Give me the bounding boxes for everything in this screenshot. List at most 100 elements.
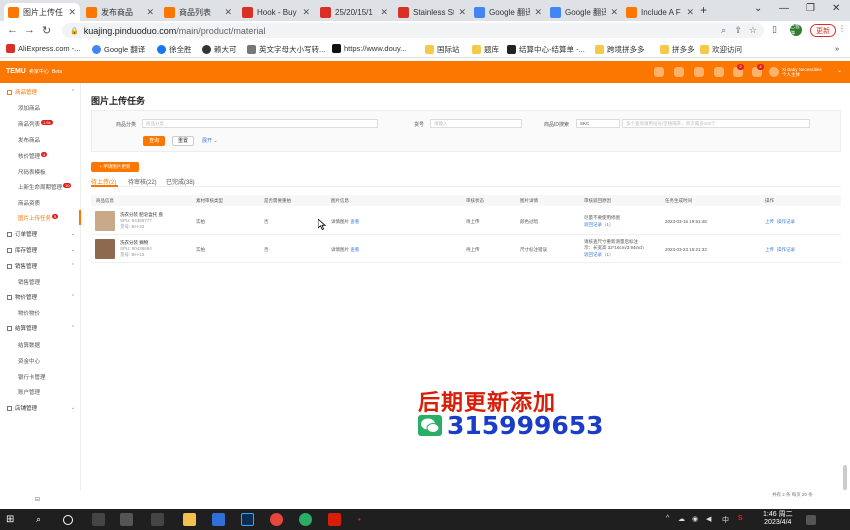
- bookmark-international[interactable]: 国际站: [425, 44, 460, 55]
- sidebar-item-fund-center[interactable]: 资金中心: [18, 357, 40, 365]
- bookmark-settlement[interactable]: 结算中心-结算单 -...: [507, 44, 585, 55]
- temu-logo[interactable]: TEMU 卖家中心 Beta: [6, 68, 62, 75]
- sogou-icon[interactable]: S: [738, 515, 743, 522]
- tray-expand-icon[interactable]: ^: [666, 515, 669, 522]
- sidebar-group-orders[interactable]: 订单管理 ⌄: [0, 229, 81, 239]
- message-icon[interactable]: [654, 67, 664, 77]
- view-link[interactable]: 查看: [350, 219, 359, 224]
- sku-input[interactable]: 请输入: [430, 119, 522, 128]
- file-explorer-icon[interactable]: [183, 513, 196, 526]
- tab-google-translate-1[interactable]: Google 翻译 ✕: [470, 3, 546, 21]
- sidebar-item-add-product[interactable]: 添加商品: [18, 104, 40, 112]
- bookmark-lai[interactable]: 赖大可: [202, 44, 237, 55]
- wps-icon[interactable]: [328, 513, 341, 526]
- bookmark-xu[interactable]: 徐全胜: [157, 44, 192, 55]
- tab-search-icon[interactable]: ⌄: [754, 3, 762, 14]
- sidebar-item-size-chart[interactable]: 尺码表模板: [18, 168, 46, 176]
- bookmark-welcome[interactable]: 欢迎访问: [700, 44, 742, 55]
- windows-start-icon[interactable]: ⊞: [6, 513, 19, 526]
- sidebar-item-price[interactable]: 物价物价: [18, 309, 40, 317]
- product-id-input[interactable]: 多个查询请用逗号/空格隔开，单次最多100个: [622, 119, 810, 128]
- cortana-icon[interactable]: [63, 515, 73, 525]
- tab-google-translate-2[interactable]: Google 翻译 ✕: [546, 3, 622, 21]
- photoshop-icon[interactable]: [241, 513, 254, 526]
- forward-icon[interactable]: →: [24, 24, 35, 36]
- user-avatar[interactable]: [769, 67, 779, 77]
- network-icon[interactable]: ◉: [692, 515, 698, 523]
- tab-include[interactable]: Include A F ✕: [622, 3, 698, 21]
- bookmark-google-translate[interactable]: Google 翻译: [92, 44, 145, 55]
- minimize-icon[interactable]: —: [779, 3, 789, 14]
- tab-close-icon[interactable]: ✕: [380, 7, 388, 18]
- user-info[interactable]: Xi Baby Necessities 个人主体: [782, 67, 822, 77]
- zoom-icon[interactable]: ⌕: [721, 25, 726, 36]
- bookmark-case-convert[interactable]: 英文字母大小写转...: [247, 44, 325, 55]
- chevron-down-icon[interactable]: ⌄: [837, 67, 842, 74]
- bookmark-douyin[interactable]: https://www.douy...: [332, 44, 406, 53]
- tab-close-icon[interactable]: ✕: [534, 7, 542, 18]
- scrollbar-thumb[interactable]: [843, 465, 847, 490]
- close-window-icon[interactable]: ✕: [832, 3, 840, 14]
- tab-close-icon[interactable]: ✕: [224, 7, 232, 18]
- query-button[interactable]: 查询: [143, 136, 165, 146]
- upload-link[interactable]: 上传: [765, 247, 774, 253]
- apply-image-update-button[interactable]: + 申请图片更新: [91, 162, 139, 172]
- tab-25-20-15[interactable]: 25/20/15/1 ✕: [316, 3, 392, 21]
- reject-record-link[interactable]: 驳回记录（1）: [584, 222, 614, 228]
- search-icon[interactable]: ⌕: [36, 513, 49, 526]
- app-dot-icon[interactable]: •: [358, 513, 371, 526]
- sidebar-group-sales[interactable]: 销售管理 ⌃: [0, 261, 81, 271]
- sidebar-group-store[interactable]: 店铺管理 ⌄: [0, 403, 81, 413]
- tab-close-icon[interactable]: ✕: [686, 7, 694, 18]
- share-icon[interactable]: ⇪: [734, 25, 742, 36]
- bookmark-pdd[interactable]: 拼多多: [660, 44, 695, 55]
- sidebar-group-products[interactable]: 商品管理 ⌃: [0, 87, 81, 97]
- bookmark-aliexpress[interactable]: AliExpress.com -...: [6, 44, 81, 53]
- view-link[interactable]: 查看: [350, 247, 359, 252]
- tab-hook[interactable]: Hook - Buy ✕: [238, 3, 314, 21]
- product-thumbnail[interactable]: [95, 211, 115, 231]
- sidebar-item-sales[interactable]: 销售管理: [18, 278, 40, 286]
- document-icon[interactable]: [694, 67, 704, 77]
- tab-stainless[interactable]: Stainless St ✕: [394, 3, 470, 21]
- sidebar-item-qualification[interactable]: 商品资质: [18, 199, 40, 207]
- tab-close-icon[interactable]: ✕: [68, 7, 76, 18]
- notice-icon[interactable]: [674, 67, 684, 77]
- profile-avatar[interactable]: 已暂停: [790, 24, 802, 37]
- menu-kebab-icon[interactable]: ⋮: [838, 24, 846, 33]
- sidebar-item-image-upload[interactable]: 图片上传任务 5: [18, 214, 59, 222]
- bookmark-kuajing[interactable]: 跨境拼多多: [595, 44, 645, 55]
- operation-log-link[interactable]: 操作记录: [777, 219, 795, 225]
- back-icon[interactable]: ←: [7, 24, 18, 36]
- wechat-taskbar-icon[interactable]: [299, 513, 312, 526]
- tab-completed[interactable]: 已完成(38): [166, 177, 195, 186]
- tab-publish-product[interactable]: 发布商品 ✕: [82, 3, 158, 21]
- tab-image-upload[interactable]: 图片上传任 ✕: [4, 3, 80, 21]
- tab-close-icon[interactable]: ✕: [146, 7, 154, 18]
- expand-button[interactable]: 展开 ⌄: [202, 137, 218, 144]
- side-panel-icon[interactable]: ▯: [772, 24, 777, 35]
- bookmark-tiku[interactable]: 题库: [472, 44, 499, 55]
- new-tab-button[interactable]: +: [700, 3, 707, 17]
- clock[interactable]: 1:46 周二 2023/4/4: [763, 511, 793, 527]
- update-button[interactable]: 更新: [810, 24, 836, 37]
- bookmarks-overflow-icon[interactable]: »: [835, 44, 839, 53]
- notification-icon[interactable]: [806, 515, 816, 525]
- sidebar-group-price[interactable]: 物价管理 ⌃: [0, 292, 81, 302]
- url-input[interactable]: 🔒 kuajing.pinduoduo.com/main/product/mat…: [62, 23, 764, 38]
- volume-icon[interactable]: ◀: [706, 515, 711, 523]
- sidebar-item-lifecycle[interactable]: 上新生命周期管理 10: [18, 183, 72, 191]
- sidebar-item-account[interactable]: 账户管理: [18, 388, 40, 396]
- sidebar-group-inventory[interactable]: 库存管理 ⌄: [0, 245, 81, 255]
- tab-pending-review[interactable]: 待审核(22): [128, 177, 157, 186]
- chrome-icon[interactable]: [270, 513, 283, 526]
- reload-icon[interactable]: ↻: [42, 24, 51, 37]
- tab-close-icon[interactable]: ✕: [458, 7, 466, 18]
- upload-link[interactable]: 上传: [765, 219, 774, 225]
- sidebar-item-pricing[interactable]: 核价管理 4: [18, 152, 48, 160]
- task-view-icon[interactable]: [92, 513, 105, 526]
- sidebar-item-settlement-data[interactable]: 结算数据: [18, 341, 40, 349]
- category-select[interactable]: 商品分类: [142, 119, 378, 128]
- sidebar-group-settlement[interactable]: 结算管理 ⌃: [0, 323, 81, 333]
- input-method-label[interactable]: 中: [722, 515, 729, 525]
